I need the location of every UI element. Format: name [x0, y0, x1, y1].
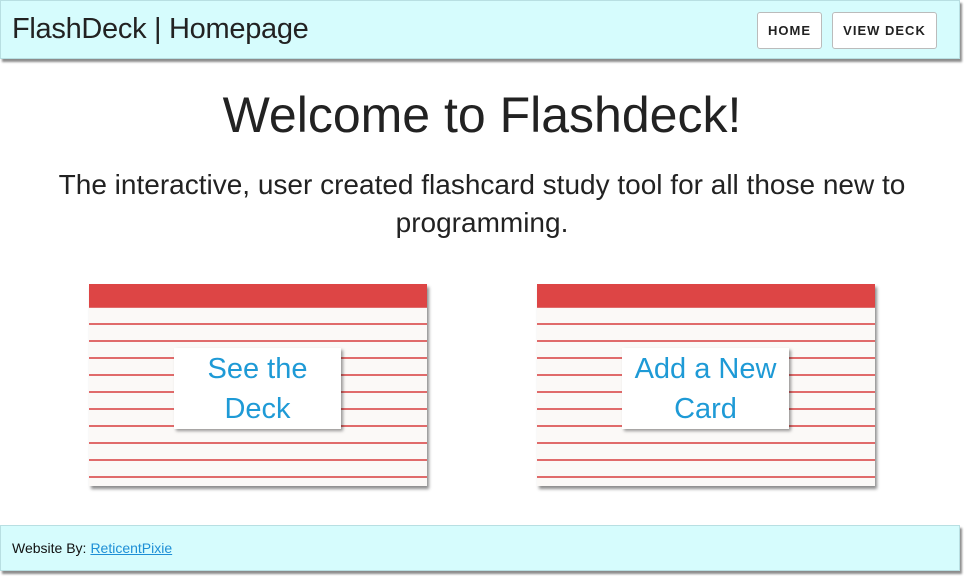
- author-link[interactable]: ReticentPixie: [90, 540, 172, 556]
- add-card-card[interactable]: Add a New Card: [537, 284, 875, 486]
- tagline: The interactive, user created flashcard …: [58, 169, 906, 238]
- page-title: Welcome to Flashdeck!: [222, 87, 742, 143]
- footer: Website By: ReticentPixie: [0, 525, 960, 571]
- card-header-stripe: [537, 284, 875, 307]
- view-deck-button[interactable]: VIEW DECK: [832, 12, 937, 49]
- see-deck-card[interactable]: See the Deck: [89, 284, 427, 486]
- footer-credit: Website By:: [12, 540, 87, 556]
- add-card-link[interactable]: Add a New Card: [622, 348, 789, 429]
- see-deck-link[interactable]: See the Deck: [174, 348, 341, 429]
- card-header-stripe: [89, 284, 427, 307]
- navbar: FlashDeck | Homepage HOME VIEW DECK: [0, 0, 960, 59]
- home-button[interactable]: HOME: [757, 12, 822, 49]
- brand-title: FlashDeck | Homepage: [12, 13, 309, 45]
